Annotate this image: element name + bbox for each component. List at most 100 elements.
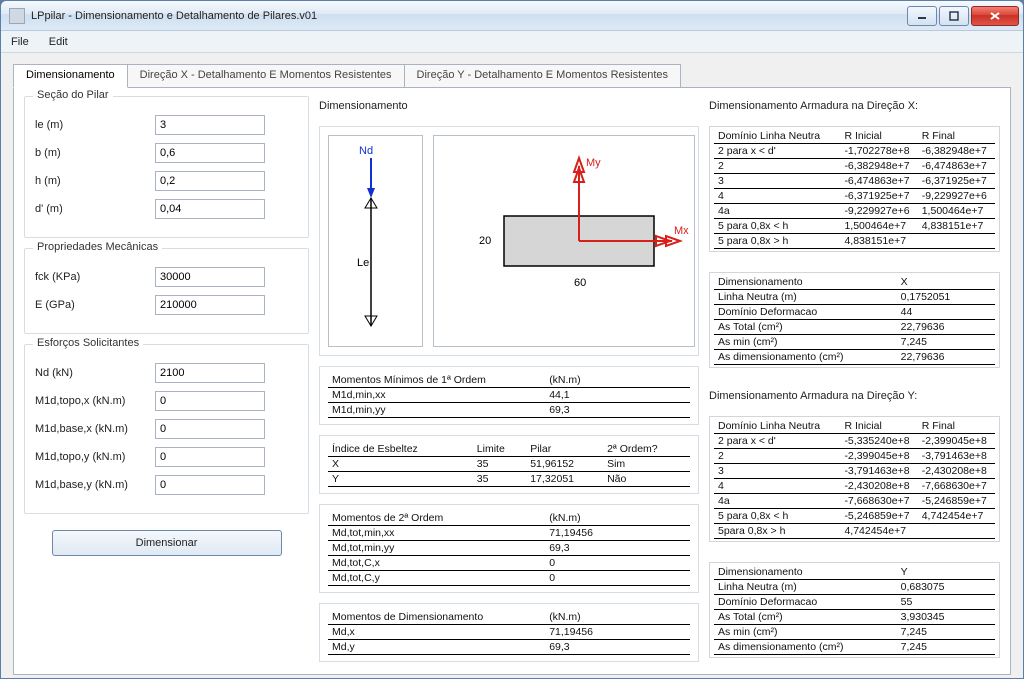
armx-title: Dimensionamento Armadura na Direção X: [709,100,1000,112]
army-dimh: Dimensionamento [714,565,897,580]
esb-xp: 51,96152 [526,457,603,472]
army-adv: 7,245 [897,640,995,655]
middle-column: Dimensionamento Nd Le [319,96,699,666]
nd-text: Nd [359,145,373,157]
table-row: 2-6,382948e+7-6,474863e+7 [714,159,995,174]
nd-diagram: Nd Le [328,135,423,347]
m2-r2k: Md,tot,min,yy [328,541,545,556]
table-cell: 2 para x < d' [714,144,840,159]
table-row: 4-2,430208e+8-7,668630e+7 [714,479,995,494]
armx-ddk: Domínio Deformacao [714,305,897,320]
input-Nd[interactable] [155,363,265,383]
table-row: 5 para 0,8x < h-5,246859e+74,742454e+7 [714,509,995,524]
input-b[interactable] [155,143,265,163]
mm1-unit: (kN.m) [545,373,690,388]
table-cell: -5,335240e+8 [840,434,917,449]
menu-file[interactable]: File [7,34,33,50]
client-area: Dimensionamento Direção X - Detalhamento… [1,53,1023,678]
table-cell: 2 para x < d' [714,434,840,449]
armx-lnv: 0,1752051 [897,290,995,305]
armx-dimh: Dimensionamento [714,275,897,290]
table-cell: -5,246859e+7 [918,494,995,509]
input-fck[interactable] [155,267,265,287]
input-M1ty[interactable] [155,447,265,467]
group-prop: Propriedades Mecânicas fck (KPa) E (GPa) [24,248,309,334]
titlebar: LPpilar - Dimensionamento e Detalhamento… [1,1,1023,31]
label-fck: fck (KPa) [35,271,155,283]
table-cell: 4a [714,494,840,509]
tab-direcao-y[interactable]: Direção Y - Detalhamento E Momentos Resi… [404,64,682,88]
table-cell: -2,430208e+8 [918,464,995,479]
table-cell: 5para 0,8x > h [714,524,840,539]
table-cell: 4,742454e+7 [840,524,917,539]
mm1-r1k: M1d,min,xx [328,388,545,403]
m2-r2v: 69,3 [545,541,690,556]
armx-adk: As dimensionamento (cm²) [714,350,897,365]
input-E[interactable] [155,295,265,315]
esb-xk: X [328,457,473,472]
legend-dimensionamento: Dimensionamento [319,100,699,112]
input-M1bx[interactable] [155,419,265,439]
esb-c2: Pilar [526,442,603,457]
mdim-unit: (kN.m) [545,610,690,625]
table-cell: -6,474863e+7 [840,174,917,189]
mdim-r1k: Md,x [328,625,545,640]
momentos-2a-ordem: Momentos de 2ª Ordem(kN.m) Md,tot,min,xx… [319,504,699,593]
table-cell: -2,399045e+8 [840,449,917,464]
army-atv: 3,930345 [897,610,995,625]
esb-yl: 35 [473,472,526,487]
table-row: 3-6,474863e+7-6,371925e+7 [714,174,995,189]
input-le[interactable] [155,115,265,135]
h-text: 20 [479,235,491,247]
table-cell: -9,229927e+6 [840,204,917,219]
armx-lnk: Linha Neutra (m) [714,290,897,305]
esb-xo: Sim [603,457,690,472]
army-dimy: Y [897,565,995,580]
table-cell: -7,668630e+7 [918,479,995,494]
table-cell: -2,399045e+8 [918,434,995,449]
m2-r3k: Md,tot,C,x [328,556,545,571]
m2-r4v: 0 [545,571,690,586]
minimize-button[interactable] [907,6,937,26]
input-M1by[interactable] [155,475,265,495]
maximize-icon [949,11,959,21]
label-b: b (m) [35,147,155,159]
window-buttons [907,6,1019,26]
legend-esforcos: Esforços Solicitantes [33,337,143,349]
table-cell: 2 [714,449,840,464]
window-title: LPpilar - Dimensionamento e Detalhamento… [31,10,907,22]
label-E: E (GPa) [35,299,155,311]
table-row: 5 para 0,8x < h1,500464e+74,838151e+7 [714,219,995,234]
armx-h1: Domínio Linha Neutra [714,129,840,144]
table-row: 2 para x < d'-5,335240e+8-2,399045e+8 [714,434,995,449]
input-M1tx[interactable] [155,391,265,411]
app-window: LPpilar - Dimensionamento e Detalhamento… [0,0,1024,679]
indice-esbeltez: Índice de Esbeltez Limite Pilar 2ª Ordem… [319,435,699,494]
my-text: My [586,157,601,169]
close-button[interactable] [971,6,1019,26]
cross-diagram: My Mx 20 60 [433,135,695,347]
legend-secao: Seção do Pilar [33,89,113,101]
army-lnv: 0,683075 [897,580,995,595]
table-cell: 4,838151e+7 [840,234,917,249]
menu-edit[interactable]: Edit [45,34,72,50]
input-d[interactable] [155,199,265,219]
tab-direcao-x[interactable]: Direção X - Detalhamento E Momentos Resi… [127,64,405,88]
m2-title: Momentos de 2ª Ordem [328,511,545,526]
input-h[interactable] [155,171,265,191]
army-domains: Domínio Linha Neutra R Inicial R Final 2… [709,416,1000,542]
table-row: 5para 0,8x > h4,742454e+7 [714,524,995,539]
maximize-button[interactable] [939,6,969,26]
table-row: 2 para x < d'-1,702278e+8-6,382948e+7 [714,144,995,159]
armx-amv: 7,245 [897,335,995,350]
table-cell: -2,430208e+8 [840,479,917,494]
tab-dimensionamento[interactable]: Dimensionamento [13,64,128,88]
armx-atv: 22,79636 [897,320,995,335]
mm1-title: Momentos Mínimos de 1ª Ordem [328,373,545,388]
dimensionar-button[interactable]: Dimensionar [52,530,282,556]
m2-r4k: Md,tot,C,y [328,571,545,586]
table-cell: -6,382948e+7 [918,144,995,159]
w-text: 60 [574,277,586,289]
army-amv: 7,245 [897,625,995,640]
close-icon [989,11,1001,21]
